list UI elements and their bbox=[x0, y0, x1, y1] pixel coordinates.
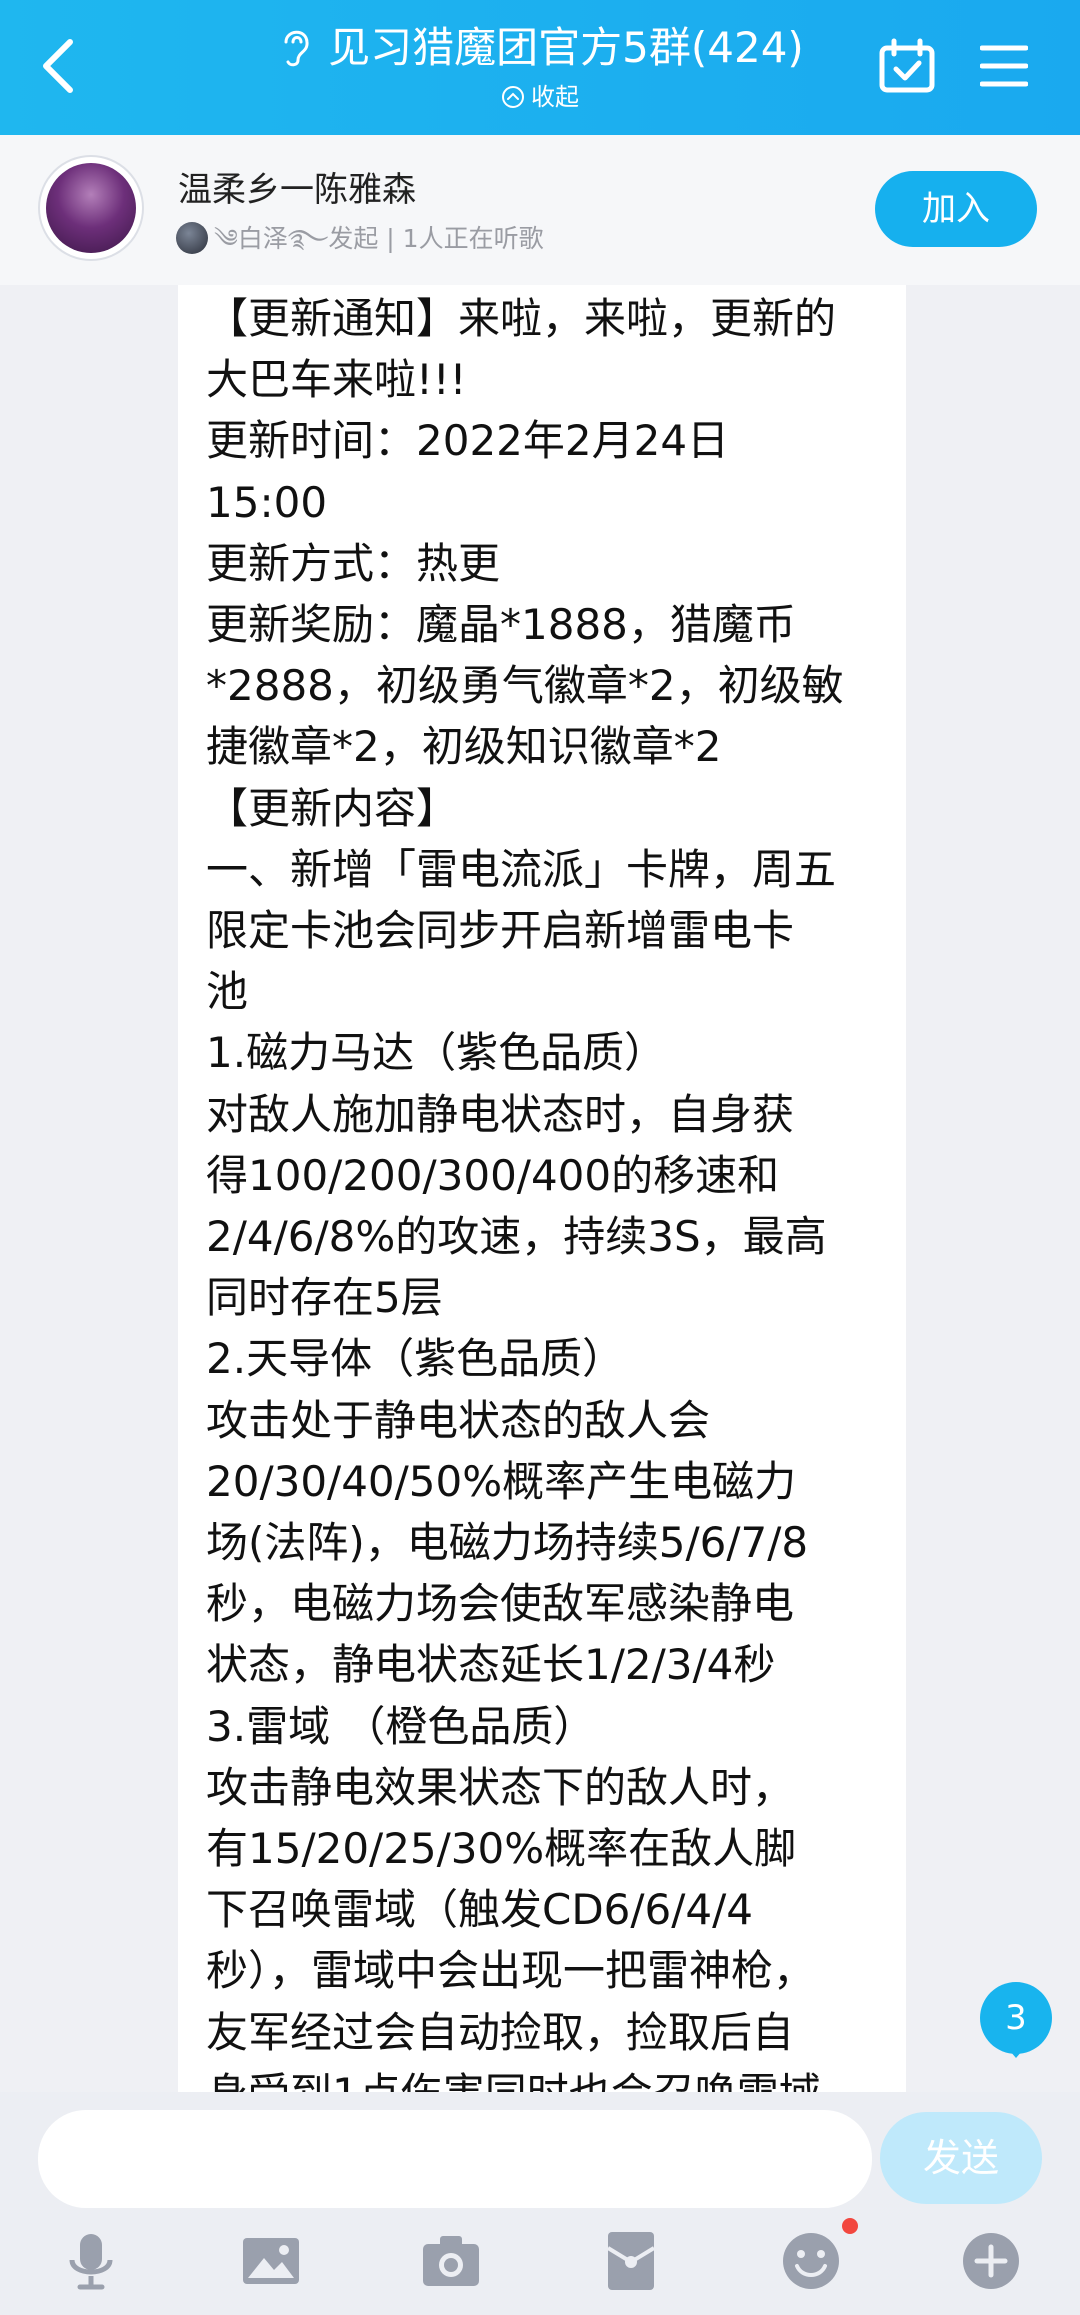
red-packet-button[interactable] bbox=[600, 2230, 662, 2292]
image-icon bbox=[243, 2238, 299, 2284]
image-button[interactable] bbox=[240, 2230, 302, 2292]
red-packet-icon bbox=[606, 2232, 656, 2290]
notification-dot bbox=[842, 2218, 858, 2234]
join-button[interactable]: 加入 bbox=[875, 171, 1037, 247]
more-button[interactable] bbox=[960, 2230, 1022, 2292]
initiator-avatar bbox=[176, 222, 208, 254]
activity-subtitle-text: ༄白泽࿐发起 | 1人正在听歌 bbox=[214, 224, 544, 253]
send-button[interactable]: 发送 bbox=[880, 2112, 1042, 2204]
plus-icon bbox=[963, 2233, 1019, 2289]
microphone-button[interactable] bbox=[60, 2230, 122, 2292]
message-input[interactable] bbox=[38, 2110, 872, 2208]
message-text: 【更新通知】来啦，来啦，更新的 大巴车来啦!!! 更新时间：2022年2月24日… bbox=[206, 294, 844, 2118]
chevron-up-circle-icon bbox=[502, 86, 524, 108]
calendar-check-icon[interactable] bbox=[878, 38, 936, 94]
emoji-icon bbox=[783, 2233, 839, 2289]
group-activity-avatar bbox=[40, 157, 142, 259]
composer-bar: 发送 bbox=[0, 2092, 1080, 2315]
emoji-button[interactable] bbox=[780, 2230, 842, 2292]
activity-subtitle: ༄白泽࿐发起 | 1人正在听歌 bbox=[176, 221, 544, 257]
listen-together-bar[interactable]: 温柔乡一陈雅森 ༄白泽࿐发起 | 1人正在听歌 加入 bbox=[0, 135, 1080, 285]
menu-icon[interactable] bbox=[980, 44, 1028, 88]
unread-count-badge[interactable]: 3 bbox=[980, 1982, 1052, 2058]
listen-ear-icon bbox=[284, 30, 309, 67]
camera-icon bbox=[423, 2236, 479, 2286]
activity-name: 温柔乡一陈雅森 bbox=[178, 170, 416, 210]
collapse-label: 收起 bbox=[531, 83, 579, 111]
camera-button[interactable] bbox=[420, 2230, 482, 2292]
microphone-icon bbox=[69, 2234, 113, 2290]
chat-title: 见习猎魔团官方5群(424) bbox=[328, 23, 804, 72]
title-bar: 见习猎魔团官方5群(424) 收起 bbox=[0, 0, 1080, 135]
